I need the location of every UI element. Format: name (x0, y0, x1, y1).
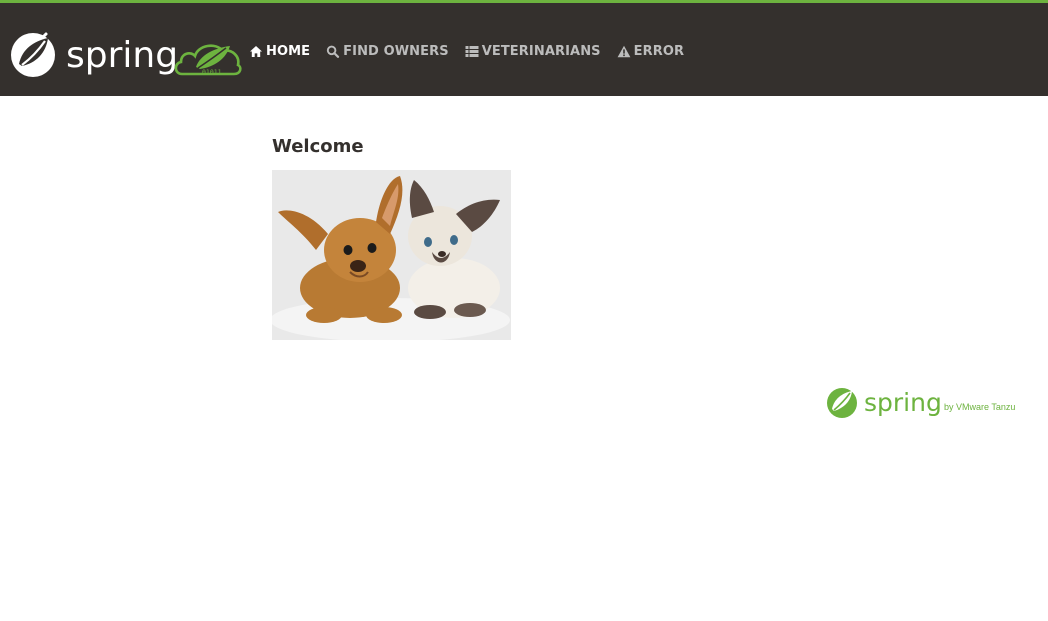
svg-text:01011: 01011 (202, 68, 222, 76)
nav-label-veterinarians: VETERINARIANS (481, 43, 601, 59)
nav-item-veterinarians[interactable]: VETERINARIANS (465, 44, 601, 59)
nav-item-error[interactable]: ERROR (617, 44, 684, 59)
footer-spring-logo: spring by VMware Tanzu (826, 386, 1030, 420)
search-icon (326, 45, 340, 58)
spring-logo-icon: spring 01011 (11, 32, 242, 77)
nav-label-home: HOME (266, 43, 311, 59)
nav-item-home[interactable]: HOME (249, 44, 310, 59)
spring-logo-link[interactable]: spring 01011 (10, 29, 242, 77)
main-content: Welcome (270, 134, 872, 342)
navbar: spring 01011 HOME FIND OWNERS VETERINARI… (0, 0, 1048, 96)
spring-tanzu-logo-icon: spring by VMware Tanzu (827, 388, 1015, 418)
svg-text:by VMware Tanzu: by VMware Tanzu (944, 402, 1015, 412)
page-title: Welcome (272, 136, 364, 157)
list-icon (465, 45, 479, 58)
nav-label-error: ERROR (633, 43, 685, 59)
svg-text:spring: spring (864, 388, 942, 417)
svg-text:spring: spring (66, 35, 178, 76)
main-nav: HOME FIND OWNERS VETERINARIANS ERROR (249, 41, 700, 61)
home-icon (249, 45, 263, 58)
nav-item-find-owners[interactable]: FIND OWNERS (326, 44, 449, 59)
warning-icon (617, 45, 631, 58)
nav-label-find-owners: FIND OWNERS (343, 43, 449, 59)
pets-image (270, 170, 511, 342)
